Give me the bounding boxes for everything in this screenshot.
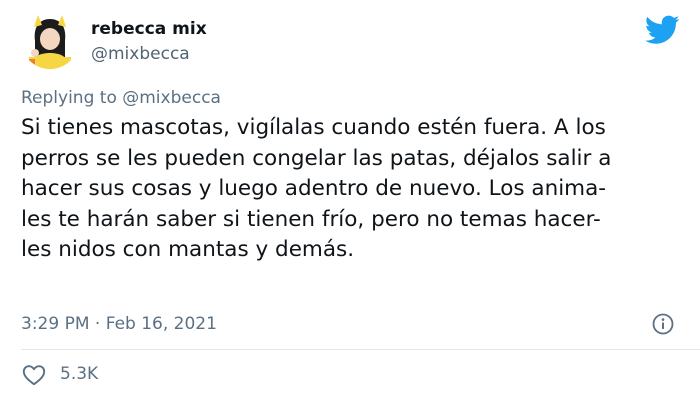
author-handle[interactable]: @mixbecca [91,44,190,64]
info-icon[interactable] [652,313,674,335]
replying-to-prefix: Replying to [21,88,117,108]
tweet-text-line: hacer sus cosas y luego adentro de nuevo… [21,176,607,201]
tweet-text: Si tienes mascotas, vigílalas cuando est… [21,113,686,266]
tweet-time: 3:29 PM [21,314,90,334]
timestamp-separator: · [94,314,101,334]
twitter-bird-icon[interactable] [645,15,680,45]
avatar[interactable] [21,11,79,69]
author-display-name[interactable]: rebecca mix [91,19,207,39]
tweet-text-line: perros se les pueden congelar las patas,… [21,145,612,171]
tweet-date: Feb 16, 2021 [105,314,217,334]
tweet-text-line: les te harán saber si tienen frío, pero … [21,206,601,232]
replying-to-mention[interactable]: @mixbecca [122,88,221,108]
replying-to: Replying to @mixbecca [21,88,221,108]
like-count: 5.3K [60,364,99,384]
divider [21,349,700,350]
tweet-text-line: Si tienes mascotas, vigílalas cuando est… [21,115,606,140]
avatar-illustration [21,11,79,69]
tweet-timestamp[interactable]: 3:29 PM · Feb 16, 2021 [21,314,217,334]
tweet-text-line: les nidos con mantas y demás. [21,237,355,262]
heart-icon[interactable] [22,364,46,386]
